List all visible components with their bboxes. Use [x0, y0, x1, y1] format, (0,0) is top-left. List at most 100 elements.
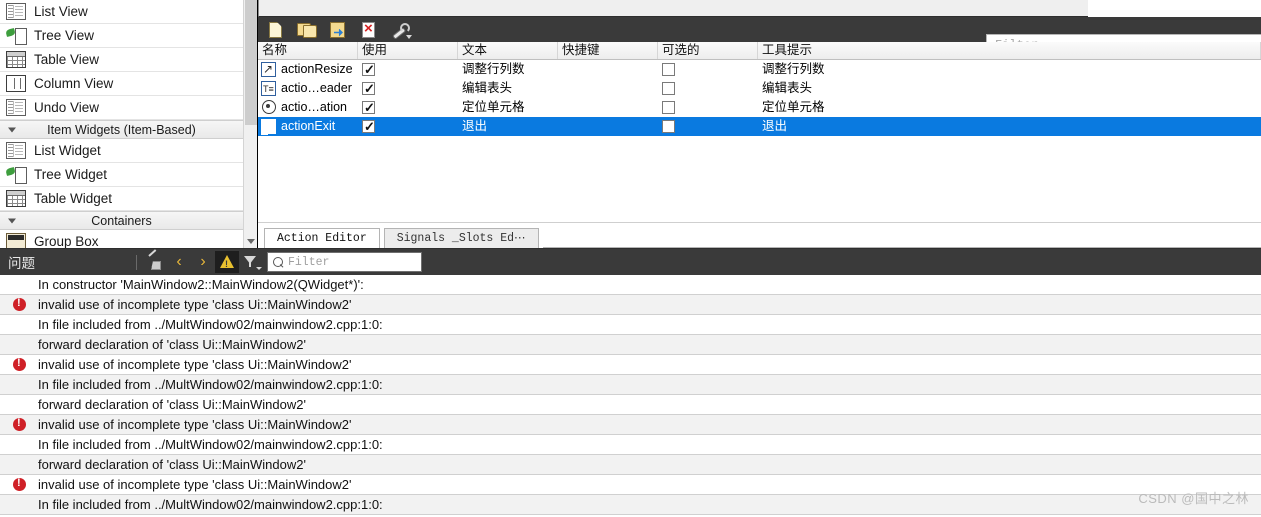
issue-row[interactable]: forward declaration of 'class Ui::MainWi… [0, 335, 1261, 355]
used-checkbox[interactable] [362, 82, 375, 95]
scrollbar-thumb[interactable] [245, 0, 257, 125]
widget-item-column-view[interactable]: Column View [0, 72, 257, 96]
warning-triangle-icon: ! [220, 255, 234, 269]
used-checkbox-cell[interactable] [358, 63, 458, 76]
checkable-checkbox[interactable] [662, 120, 675, 133]
widget-item-undo-view[interactable]: Undo View [0, 96, 257, 120]
column-header-4[interactable]: 可选的 [658, 42, 758, 59]
action-text-cell[interactable]: 调整行列数 [458, 60, 558, 79]
checkable-checkbox[interactable] [662, 82, 675, 95]
issue-row[interactable]: In file included from ../MultWindow02/ma… [0, 435, 1261, 455]
checkable-checkbox-cell[interactable] [658, 120, 758, 133]
widget-item-tree-widget[interactable]: Tree Widget [0, 163, 257, 187]
used-checkbox-cell[interactable] [358, 82, 458, 95]
wrench-icon [391, 22, 410, 37]
issue-row[interactable]: invalid use of incomplete type 'class Ui… [0, 295, 1261, 315]
form-canvas-strip [258, 0, 1088, 17]
delete-action-button[interactable] [357, 19, 381, 41]
widget-item-table-view[interactable]: Table View [0, 48, 257, 72]
checkable-checkbox-cell[interactable] [658, 82, 758, 95]
action-name-cell[interactable]: actio…ation [258, 98, 358, 117]
chevron-down-icon [406, 34, 412, 39]
used-checkbox[interactable] [362, 63, 375, 76]
issue-row[interactable]: invalid use of incomplete type 'class Ui… [0, 355, 1261, 375]
issue-message: invalid use of incomplete type 'class Ui… [38, 417, 352, 432]
clear-issues-button[interactable] [143, 251, 167, 273]
issue-row[interactable]: In file included from ../MultWindow02/ma… [0, 315, 1261, 335]
widget-group-header[interactable]: Containers [0, 211, 257, 230]
issue-row[interactable]: forward declaration of 'class Ui::MainWi… [0, 455, 1261, 475]
widget-item-tree-view[interactable]: Tree View [0, 24, 257, 48]
checkable-checkbox[interactable] [662, 101, 675, 114]
action-name-cell[interactable]: actio…eader [258, 79, 358, 98]
copy-action-button[interactable] [295, 19, 319, 41]
tooltip-cell[interactable]: 编辑表头 [758, 79, 1261, 98]
issue-row[interactable]: invalid use of incomplete type 'class Ui… [0, 475, 1261, 495]
scroll-down-arrow-icon[interactable] [244, 234, 257, 248]
previous-issue-button[interactable]: ‹ [167, 251, 191, 273]
error-icon [0, 417, 38, 431]
widget-item-list-view[interactable]: List View [0, 0, 257, 24]
error-icon [0, 477, 38, 491]
checkable-checkbox-cell[interactable] [658, 63, 758, 76]
action-text-cell[interactable]: 定位单元格 [458, 98, 558, 117]
column-header-3[interactable]: 快捷键 [558, 42, 658, 59]
chevron-right-icon: › [200, 253, 206, 270]
widget-item-label: Group Box [34, 234, 99, 248]
action-name-cell[interactable]: actionResize [258, 60, 358, 79]
used-checkbox-cell[interactable] [358, 101, 458, 114]
column-header-1[interactable]: 使用 [358, 42, 458, 59]
issue-row[interactable]: invalid use of incomplete type 'class Ui… [0, 415, 1261, 435]
widget-item-table-widget[interactable]: Table Widget [0, 187, 257, 211]
table-row[interactable]: actio…eader 编辑表头 编辑表头 [258, 79, 1261, 98]
action-text-cell[interactable]: 编辑表头 [458, 79, 558, 98]
column-header-0[interactable]: 名称 [258, 42, 358, 59]
canvas-right-blank [1088, 0, 1261, 17]
used-checkbox[interactable] [362, 120, 375, 133]
issue-message: invalid use of incomplete type 'class Ui… [38, 297, 352, 312]
warnings-filter-button[interactable]: ! [215, 251, 239, 273]
issue-row[interactable]: In constructor 'MainWindow2::MainWindow2… [0, 275, 1261, 295]
widget-item-group-box[interactable]: Group Box [0, 230, 257, 248]
tooltip-cell[interactable]: 定位单元格 [758, 98, 1261, 117]
issues-list: In constructor 'MainWindow2::MainWindow2… [0, 275, 1261, 517]
issue-message: In constructor 'MainWindow2::MainWindow2… [38, 277, 364, 292]
action-editor-toolbar [258, 17, 976, 42]
error-icon [0, 357, 38, 371]
configure-button[interactable] [388, 19, 412, 41]
issue-row[interactable]: In file included from ../MultWindow02/ma… [0, 495, 1261, 515]
used-checkbox[interactable] [362, 101, 375, 114]
error-icon [0, 297, 38, 311]
table-row[interactable]: actionResize 调整行列数 调整行列数 [258, 60, 1261, 79]
column-header-5[interactable]: 工具提示 [758, 42, 1261, 59]
table-header-row: 名称 使用 文本 快捷键 可选的 工具提示 [258, 42, 1261, 60]
issue-row[interactable]: forward declaration of 'class Ui::MainWi… [0, 395, 1261, 415]
collapse-triangle-icon [8, 218, 16, 223]
new-action-button[interactable] [264, 19, 288, 41]
tooltip-cell[interactable]: 退出 [758, 117, 1261, 136]
next-issue-button[interactable]: › [191, 251, 215, 273]
filter-button[interactable] [239, 251, 263, 273]
widget-item-label: List View [34, 4, 88, 19]
tooltip-cell[interactable]: 调整行列数 [758, 60, 1261, 79]
issue-row[interactable]: In file included from ../MultWindow02/ma… [0, 375, 1261, 395]
list-view-icon [6, 3, 26, 20]
widget-item-list-widget[interactable]: List Widget [0, 139, 257, 163]
used-checkbox-cell[interactable] [358, 120, 458, 133]
checkable-checkbox[interactable] [662, 63, 675, 76]
widget-group-header[interactable]: Item Widgets (Item-Based) [0, 120, 257, 139]
error-badge-icon [12, 297, 26, 311]
column-header-2[interactable]: 文本 [458, 42, 558, 59]
panel-tab-bar: Action Editor Signals _Slots Ed⋯ [258, 222, 1261, 248]
error-badge-icon [12, 477, 26, 491]
tab-signals-slots-editor[interactable]: Signals _Slots Ed⋯ [383, 228, 539, 248]
widget-box-scrollbar[interactable] [243, 0, 257, 248]
checkable-checkbox-cell[interactable] [658, 101, 758, 114]
action-name-cell[interactable]: actionExit [258, 117, 358, 136]
table-row[interactable]: actio…ation 定位单元格 定位单元格 [258, 98, 1261, 117]
tab-action-editor[interactable]: Action Editor [264, 228, 380, 248]
paste-action-button[interactable] [326, 19, 350, 41]
action-text-cell[interactable]: 退出 [458, 117, 558, 136]
issues-filter-input[interactable]: Filter [267, 252, 422, 272]
table-row[interactable]: actionExit 退出 退出 [258, 117, 1261, 136]
